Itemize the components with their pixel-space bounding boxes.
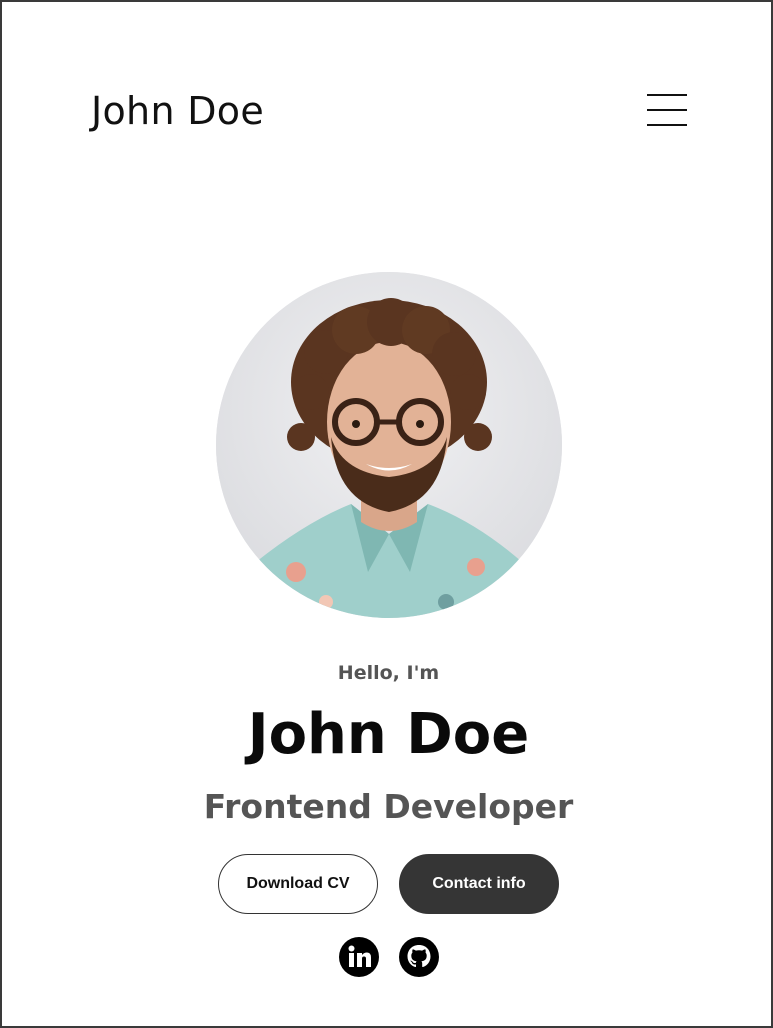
greeting-text: Hello, I'm xyxy=(337,662,440,684)
hamburger-menu-icon[interactable] xyxy=(647,94,687,128)
contact-info-button[interactable]: Contact info xyxy=(399,854,559,914)
hero-name: John Doe xyxy=(247,702,530,767)
github-icon[interactable] xyxy=(398,936,440,978)
download-cv-button[interactable]: Download CV xyxy=(218,854,378,914)
profile-photo xyxy=(216,272,562,618)
site-logo[interactable]: John Doe xyxy=(91,86,264,136)
hero-title: Frontend Developer xyxy=(203,787,574,826)
page: John Doe Hello, I'm John Doe Frontend De… xyxy=(0,0,773,1028)
menu-line xyxy=(647,94,687,96)
menu-line xyxy=(647,124,687,126)
menu-line xyxy=(647,109,687,111)
linkedin-icon[interactable] xyxy=(338,936,380,978)
